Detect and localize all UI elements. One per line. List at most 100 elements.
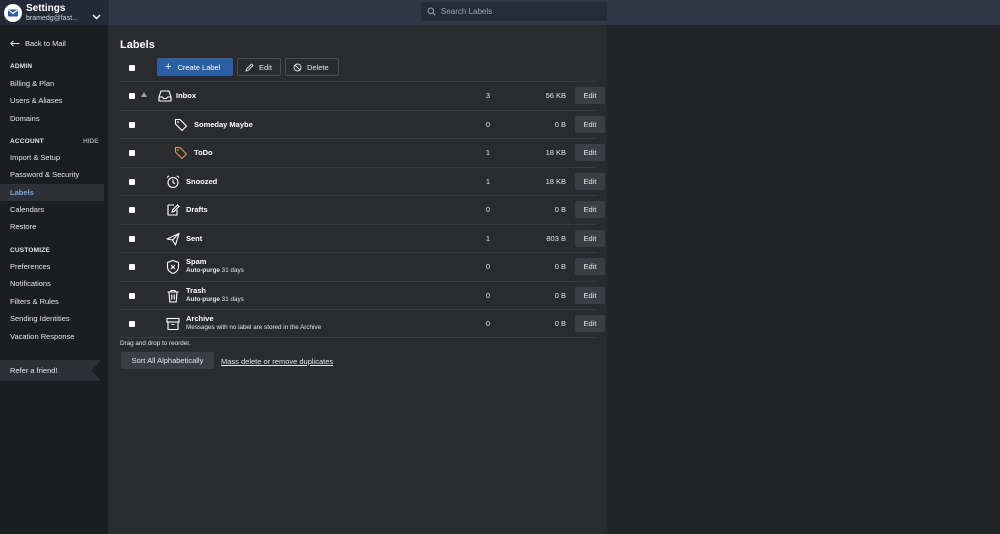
select-all-checkbox[interactable] — [129, 65, 135, 71]
row-checkbox[interactable] — [129, 235, 135, 242]
label-row-sent[interactable]: Sent 1 803 B Edit — [120, 223, 605, 253]
row-checkbox[interactable] — [129, 93, 135, 99]
row-edit-button[interactable]: Edit — [575, 172, 605, 190]
sidebar-item-restore[interactable]: Restore — [0, 218, 104, 235]
label-subtitle: Auto-purge 31 days — [186, 267, 244, 274]
account-name: bramedg@fast... — [26, 14, 78, 22]
label-subtitle: Messages with no label are stored in the… — [186, 324, 322, 331]
row-edit-button[interactable]: Edit — [575, 144, 605, 161]
arrow-left-icon — [10, 40, 20, 47]
back-to-mail-link[interactable]: Back to Mail — [10, 39, 66, 48]
label-row-someday-maybe[interactable]: Someday Maybe 0 0 B Edit — [120, 109, 605, 139]
drafts-icon — [167, 204, 180, 216]
label-name: Someday Maybe — [194, 119, 253, 129]
row-checkbox[interactable] — [129, 121, 135, 128]
label-name: ToDo — [194, 148, 213, 157]
label-count: 0 — [485, 262, 490, 271]
search-input[interactable]: Search Labels — [421, 2, 607, 21]
sidebar-item-calendars[interactable]: Calendars — [0, 201, 104, 218]
inbox-icon — [158, 90, 172, 102]
label-row-archive[interactable]: Archive Messages with no label are store… — [120, 309, 605, 338]
row-edit-button[interactable]: Edit — [575, 201, 605, 218]
tag-icon — [174, 146, 188, 160]
label-size: 0 B — [554, 205, 566, 214]
hide-account-toggle[interactable]: HIDE — [83, 138, 99, 145]
label-count: 0 — [485, 119, 490, 129]
row-checkbox[interactable] — [129, 150, 135, 156]
row-checkbox[interactable] — [129, 321, 135, 327]
label-row-trash[interactable]: Trash Auto-purge 31 days 0 0 B Edit — [120, 280, 605, 310]
label-row-snoozed[interactable]: Snoozed 1 18 KB Edit — [120, 166, 605, 196]
label-name: Snoozed — [186, 176, 218, 186]
sidebar-item-labels[interactable]: Labels — [0, 184, 104, 201]
table-divider — [120, 337, 596, 338]
label-count: 3 — [485, 91, 490, 100]
label-name: Trash — [186, 285, 207, 295]
row-checkbox[interactable] — [129, 292, 135, 299]
row-edit-button[interactable]: Edit — [575, 315, 605, 332]
label-row-inbox[interactable]: Inbox 3 56 KB Edit — [120, 81, 605, 110]
page-title: Labels — [120, 39, 155, 51]
sidebar-item-users[interactable]: Users & Aliases — [0, 92, 104, 109]
plus-icon: + — [165, 60, 172, 73]
row-edit-button[interactable]: Edit — [575, 229, 605, 247]
top-bar: Settings bramedg@fast... Search Labels — [0, 0, 1000, 25]
label-row-drafts[interactable]: Drafts 0 0 B Edit — [120, 195, 605, 224]
mass-delete-link[interactable]: Mass delete or remove duplicates — [221, 357, 333, 366]
label-row-spam[interactable]: Spam Auto-purge 31 days 0 0 B Edit — [120, 252, 605, 281]
label-subtitle: Auto-purge 31 days — [186, 295, 244, 303]
sidebar-item-password[interactable]: Password & Security — [0, 166, 104, 183]
label-name: Spam — [186, 257, 207, 266]
label-count: 1 — [485, 148, 490, 157]
label-size: 18 KB — [545, 148, 566, 157]
sidebar-item-sending-identities[interactable]: Sending Identities — [0, 310, 104, 327]
tag-icon — [174, 118, 188, 131]
create-label-button[interactable]: + Create Label — [157, 58, 233, 76]
row-edit-button[interactable]: Edit — [575, 258, 605, 275]
row-checkbox[interactable] — [129, 207, 135, 213]
block-icon — [293, 63, 302, 71]
sidebar-item-import[interactable]: Import & Setup — [0, 149, 104, 166]
label-size: 803 B — [546, 233, 566, 243]
pencil-icon — [245, 62, 254, 72]
label-size: 0 B — [554, 319, 566, 328]
label-name: Archive — [186, 314, 214, 323]
row-edit-button[interactable]: Edit — [575, 87, 605, 104]
section-customize: CUSTOMIZE — [10, 247, 50, 254]
sidebar-item-billing[interactable]: Billing & Plan — [0, 75, 104, 92]
label-size: 56 KB — [545, 91, 566, 100]
account-switcher[interactable]: Settings bramedg@fast... — [0, 0, 109, 25]
label-name: Sent — [186, 233, 203, 243]
sidebar-item-preferences[interactable]: Preferences — [0, 258, 104, 275]
chevron-down-icon[interactable] — [92, 7, 101, 25]
spam-shield-icon — [166, 259, 180, 275]
create-label-text: Create Label — [177, 62, 221, 72]
label-size: 0 B — [554, 262, 566, 271]
row-checkbox[interactable] — [129, 264, 135, 270]
delete-button-text: Delete — [307, 62, 329, 72]
label-row-todo[interactable]: ToDo 1 18 KB Edit — [120, 138, 605, 167]
edit-button[interactable]: Edit — [237, 58, 281, 76]
refer-a-friend-button[interactable]: Refer a friend! — [0, 360, 101, 381]
sidebar-item-notifications[interactable]: Notifications — [0, 275, 104, 292]
archive-icon — [166, 317, 180, 331]
label-count: 0 — [485, 205, 490, 214]
row-checkbox[interactable] — [129, 178, 135, 185]
collapse-caret-icon[interactable] — [141, 92, 147, 97]
label-count: 1 — [485, 233, 490, 243]
send-icon — [166, 232, 180, 246]
section-admin: ADMIN — [10, 63, 33, 70]
delete-button[interactable]: Delete — [285, 58, 339, 76]
label-size: 0 B — [554, 119, 566, 129]
settings-sidebar: Back to Mail ADMIN Billing & Plan Users … — [0, 25, 109, 534]
row-edit-button[interactable]: Edit — [575, 115, 605, 133]
sidebar-item-domains[interactable]: Domains — [0, 110, 104, 127]
sidebar-item-vacation[interactable]: Vacation Response — [0, 328, 104, 345]
sidebar-item-filters[interactable]: Filters & Rules — [0, 293, 104, 310]
search-icon — [427, 3, 436, 21]
alarm-clock-icon — [166, 174, 180, 188]
sort-alphabetically-button[interactable]: Sort All Alphabetically — [121, 352, 214, 369]
section-account: ACCOUNT — [10, 138, 44, 145]
fastmail-logo-icon — [4, 3, 22, 22]
row-edit-button[interactable]: Edit — [575, 286, 605, 304]
